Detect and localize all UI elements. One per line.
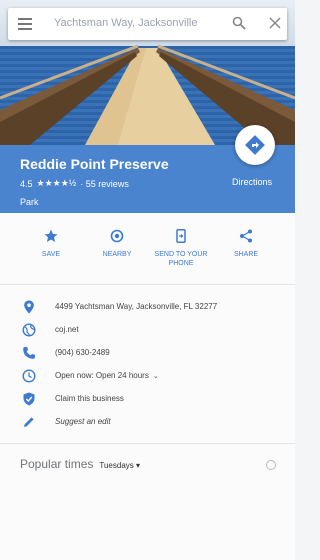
search-icon[interactable] <box>232 16 246 30</box>
rating-stars: ★★★★½ <box>36 178 77 188</box>
nearby-button[interactable]: NEARBY <box>82 229 152 259</box>
send-to-phone-label: SEND TO YOUR PHONE <box>154 251 208 267</box>
clock-icon <box>22 369 36 383</box>
day-selector[interactable]: Tuesdays ▾ <box>99 461 140 470</box>
directions-label[interactable]: Directions <box>232 177 272 187</box>
chevron-down-icon[interactable]: ⌄ <box>153 372 159 380</box>
nearby-label: NEARBY <box>102 251 132 258</box>
claim-row[interactable]: Claim this business <box>0 390 295 410</box>
location-pin-icon <box>24 300 34 314</box>
search-box[interactable]: Yachtsman Way, Jacksonville <box>8 8 287 40</box>
section-divider <box>0 443 295 444</box>
phone-call-icon <box>23 347 35 359</box>
website-link[interactable]: coj.net <box>55 325 79 334</box>
phone-row[interactable]: (904) 630-2489 <box>0 344 295 364</box>
place-category: Park <box>20 197 39 207</box>
hours-row[interactable]: Open now: Open 24 hours ⌄ <box>0 367 295 387</box>
review-count[interactable]: · 55 reviews <box>80 179 129 189</box>
section-divider <box>0 284 295 285</box>
address-text: 4499 Yachtsman Way, Jacksonville, FL 322… <box>55 302 218 311</box>
rating-value: 4.5 <box>20 178 33 189</box>
popular-times-header: Popular times Tuesdays ▾ <box>20 457 140 471</box>
save-button[interactable]: SAVE <box>16 229 86 259</box>
share-button[interactable]: SHARE <box>211 229 281 259</box>
place-panel: Yachtsman Way, Jacksonville Reddie Point… <box>0 0 295 560</box>
close-icon[interactable] <box>269 17 281 29</box>
menu-icon[interactable] <box>18 18 32 30</box>
share-label: SHARE <box>233 251 259 258</box>
phone-icon <box>176 229 186 243</box>
share-icon <box>240 229 252 243</box>
directions-button[interactable] <box>235 125 275 165</box>
hours-value: Open now: Open 24 hours <box>55 371 149 380</box>
website-row[interactable]: coj.net <box>0 321 295 341</box>
save-label: SAVE <box>41 251 61 258</box>
hours-text: Open now: Open 24 hours ⌄ <box>55 371 159 380</box>
search-input[interactable]: Yachtsman Way, Jacksonville <box>54 17 214 29</box>
rating-row[interactable]: 4.5 ★★★★½ · 55 reviews <box>20 178 129 189</box>
action-bar: SAVE NEARBY SEND TO YOUR PHONE SHARE <box>0 222 295 282</box>
directions-icon <box>245 135 265 155</box>
pencil-icon <box>24 417 34 427</box>
suggest-edit-link[interactable]: Suggest an edit <box>55 417 111 426</box>
popular-times-title: Popular times <box>20 457 94 471</box>
help-icon[interactable] <box>266 460 276 470</box>
nearby-icon <box>110 229 124 243</box>
phone-number: (904) 630-2489 <box>55 348 110 357</box>
address-row[interactable]: 4499 Yachtsman Way, Jacksonville, FL 322… <box>0 298 295 318</box>
suggest-edit-row[interactable]: Suggest an edit <box>0 413 295 433</box>
verified-shield-icon <box>23 392 35 406</box>
claim-business-link[interactable]: Claim this business <box>55 394 124 403</box>
place-title: Reddie Point Preserve <box>20 156 169 172</box>
star-icon <box>44 229 58 242</box>
globe-icon <box>22 323 36 337</box>
send-to-phone-button[interactable]: SEND TO YOUR PHONE <box>146 229 216 268</box>
